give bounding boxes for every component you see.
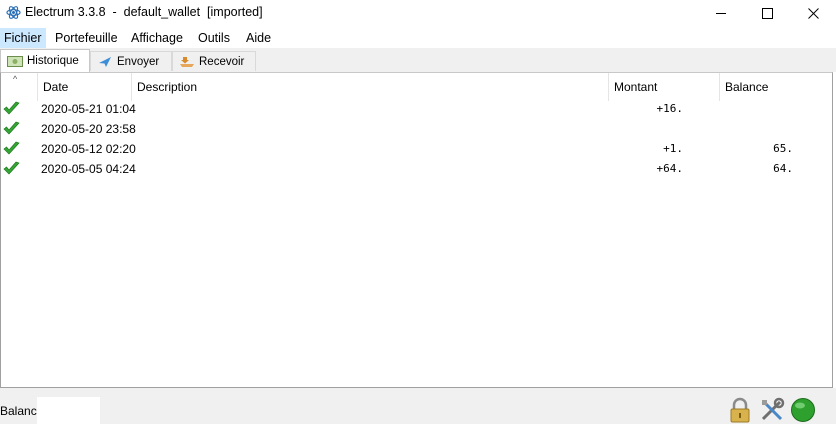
row-date: 2020-05-21 01:04 <box>41 102 136 116</box>
confirmed-check-icon <box>3 101 20 115</box>
row-date: 2020-05-12 02:20 <box>41 142 136 156</box>
table-row[interactable]: 2020-05-20 23:58 <box>1 119 832 139</box>
row-amount: +64. <box>656 162 684 175</box>
column-header-balance[interactable]: Balance <box>720 73 832 101</box>
row-balance <box>721 99 793 119</box>
menu-bar: Fichier Portefeuille Affichage Outils Ai… <box>0 28 836 48</box>
row-date: 2020-05-20 23:58 <box>41 122 136 136</box>
minimize-icon <box>716 12 726 14</box>
column-header-montant[interactable]: Montant <box>609 73 720 101</box>
window-title: Electrum 3.3.8 - default_wallet [importe… <box>25 5 263 19</box>
lock-icon[interactable] <box>727 397 753 423</box>
tab-envoyer-label: Envoyer <box>117 55 160 68</box>
history-table: ^ Date Description Montant Balance 2020-… <box>0 72 833 388</box>
row-balance: 64. <box>773 162 793 175</box>
tab-envoyer[interactable]: Envoyer <box>90 51 172 71</box>
menu-affichage[interactable]: Affichage <box>127 28 187 48</box>
row-amount: +16. <box>656 102 684 115</box>
table-row[interactable]: 2020-05-05 04:24 +64. 64. <box>1 159 832 179</box>
row-amount <box>609 119 683 139</box>
close-icon <box>807 7 819 19</box>
row-balance: 65. <box>773 142 793 155</box>
table-row[interactable]: 2020-05-21 01:04 +16. <box>1 99 832 119</box>
send-icon <box>97 56 113 68</box>
table-row[interactable]: 2020-05-12 02:20 +1. 65. <box>1 139 832 159</box>
tab-bar: Historique Envoyer Recevoir <box>0 48 836 72</box>
column-header-date[interactable]: Date <box>38 73 132 101</box>
tools-icon[interactable] <box>759 397 785 423</box>
tab-recevoir[interactable]: Recevoir <box>172 51 256 71</box>
row-amount: +1. <box>663 142 683 155</box>
electrum-logo-icon <box>6 6 21 19</box>
tab-historique[interactable]: Historique <box>0 49 90 72</box>
row-balance <box>721 119 793 139</box>
confirmed-check-icon <box>3 121 20 135</box>
menu-aide[interactable]: Aide <box>242 28 275 48</box>
confirmed-check-icon <box>3 161 20 175</box>
close-button[interactable] <box>790 0 836 26</box>
column-header-description[interactable]: Description <box>132 73 609 101</box>
confirmed-check-icon <box>3 141 20 155</box>
column-header-status[interactable] <box>1 73 38 101</box>
row-date: 2020-05-05 04:24 <box>41 162 136 176</box>
maximize-button[interactable] <box>744 0 790 26</box>
title-bar: Electrum 3.3.8 - default_wallet [importe… <box>0 0 836 26</box>
history-icon <box>7 55 23 67</box>
minimize-button[interactable] <box>698 0 744 26</box>
menu-portefeuille[interactable]: Portefeuille <box>51 28 122 48</box>
menu-outils[interactable]: Outils <box>194 28 234 48</box>
status-bar: Balance: <box>0 388 836 424</box>
menu-fichier[interactable]: Fichier <box>0 28 46 48</box>
tab-historique-label: Historique <box>27 55 79 67</box>
tab-recevoir-label: Recevoir <box>199 55 245 68</box>
network-status-icon[interactable] <box>790 397 816 423</box>
receive-icon <box>179 56 195 68</box>
maximize-icon <box>761 7 773 19</box>
balance-value <box>37 397 100 424</box>
